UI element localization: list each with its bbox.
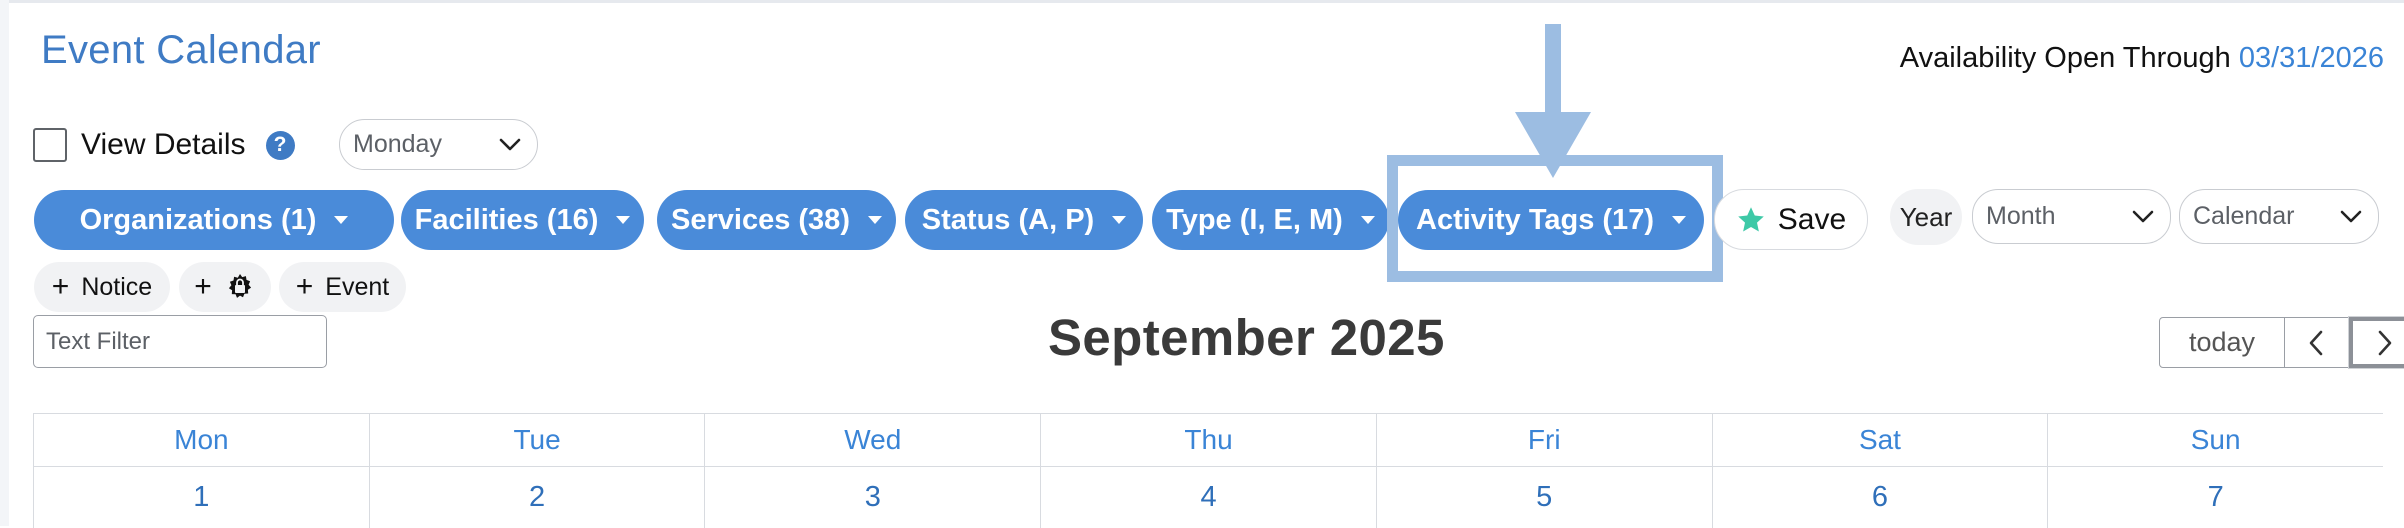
calendar-month-title: September 2025 (1048, 309, 1445, 366)
filter-activity-tags[interactable]: Activity Tags (17) (1398, 190, 1704, 250)
plus-icon: + (295, 270, 314, 303)
year-button[interactable]: Year (1890, 189, 1962, 245)
plus-icon: + (194, 270, 212, 303)
view-mode-value: Calendar (2193, 202, 2295, 230)
day-number[interactable]: 4 (1040, 467, 1376, 528)
filter-facilities[interactable]: Facilities (16) (401, 190, 644, 250)
plus-icon: + (51, 270, 70, 303)
weekday-header: Sat (1711, 414, 2048, 466)
filter-organizations[interactable]: Organizations (1) (34, 190, 394, 250)
filter-services-label: Services (38) (671, 203, 850, 236)
page-title: Event Calendar (41, 28, 321, 72)
filter-status[interactable]: Status (A, P) (905, 190, 1143, 250)
filter-facilities-label: Facilities (16) (414, 203, 599, 236)
chevron-right-icon (2378, 330, 2391, 355)
view-details-toggle[interactable]: View Details ? (33, 125, 295, 165)
filter-type-label: Type (I, E, M) (1166, 203, 1343, 236)
weekday-header-row: Mon Tue Wed Thu Fri Sat Sun (33, 413, 2383, 467)
calendar-navigation: today (2159, 317, 2404, 368)
availability-date: 03/31/2026 (2238, 42, 2384, 74)
help-icon[interactable]: ? (265, 130, 295, 160)
filter-type[interactable]: Type (I, E, M) (1152, 190, 1389, 250)
chevron-down-icon (2340, 210, 2362, 222)
previous-month-button[interactable] (2285, 317, 2349, 368)
caret-down-icon (334, 216, 349, 224)
range-select[interactable]: Month (1972, 189, 2171, 244)
view-details-checkbox[interactable] (33, 128, 67, 162)
week-start-value: Monday (353, 130, 442, 158)
text-filter-input[interactable] (33, 315, 327, 368)
day-number[interactable]: 7 (2047, 467, 2383, 528)
chevron-down-icon (499, 138, 521, 150)
filter-status-label: Status (A, P) (921, 203, 1095, 236)
availability-text: Availability Open Through 03/31/2026 (1900, 42, 2384, 75)
weekday-header: Sun (2047, 414, 2383, 466)
filter-services[interactable]: Services (38) (657, 190, 896, 250)
weekday-header: Tue (368, 414, 705, 466)
week-row: 1 2 3 4 5 6 7 (33, 467, 2383, 528)
chevron-down-icon (2132, 210, 2154, 222)
annotation-arrow-shaft (1545, 24, 1561, 118)
annotation-arrow-icon (1515, 112, 1591, 178)
add-event-button[interactable]: + Event (279, 262, 406, 312)
add-notice-button[interactable]: + Notice (34, 262, 170, 312)
weekday-header: Wed (704, 414, 1040, 466)
gear-lock-icon (228, 274, 251, 298)
filter-organizations-label: Organizations (1) (79, 203, 317, 236)
filter-activity-tags-label: Activity Tags (17) (1416, 203, 1654, 236)
caret-down-icon (1112, 216, 1127, 224)
view-mode-select[interactable]: Calendar (2179, 189, 2379, 244)
caret-down-icon (1360, 216, 1375, 224)
month-calendar-grid: Mon Tue Wed Thu Fri Sat Sun 1 2 3 4 5 6 … (33, 413, 2383, 528)
star-icon (1738, 206, 1764, 231)
today-button[interactable]: today (2159, 317, 2285, 368)
caret-down-icon (1671, 216, 1686, 224)
weekday-header: Mon (33, 414, 369, 466)
day-number[interactable]: 3 (704, 467, 1040, 528)
caret-down-icon (616, 216, 631, 224)
add-notice-label: Notice (81, 272, 153, 301)
next-month-button[interactable] (2349, 317, 2404, 368)
day-number[interactable]: 1 (33, 467, 369, 528)
day-number[interactable]: 6 (1711, 467, 2048, 528)
save-label: Save (1777, 202, 1847, 236)
day-number[interactable]: 2 (368, 467, 705, 528)
top-border (0, 0, 2404, 3)
weekday-header: Fri (1375, 414, 1712, 466)
day-number[interactable]: 5 (1375, 467, 1712, 528)
view-details-label: View Details (81, 128, 246, 161)
week-start-select[interactable]: Monday (339, 119, 538, 170)
add-facility-block-button[interactable]: + (179, 262, 271, 312)
add-event-label: Event (325, 272, 390, 301)
save-button[interactable]: Save (1714, 189, 1868, 250)
left-gutter (0, 0, 9, 526)
range-select-value: Month (1986, 202, 2056, 230)
weekday-header: Thu (1040, 414, 1376, 466)
caret-down-icon (867, 216, 882, 224)
availability-label: Availability Open Through (1899, 42, 2239, 74)
chevron-left-icon (2309, 330, 2322, 355)
